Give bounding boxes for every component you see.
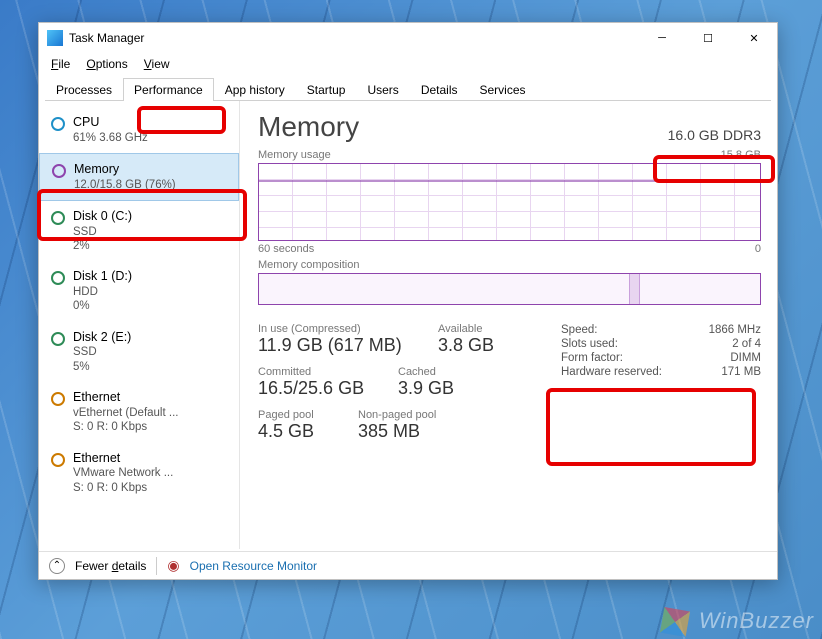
window-title: Task Manager [69,31,639,45]
sidebar-item-disk-1-d-[interactable]: Disk 1 (D:)HDD0% [39,261,239,321]
chevron-up-icon[interactable]: ⌃ [49,558,65,574]
sidebar-item-title: Ethernet [73,390,178,406]
fewer-details-link[interactable]: Fewer details [75,559,146,573]
close-button[interactable]: ✕ [731,23,777,53]
memory-composition-bar[interactable] [258,273,761,305]
cached-label: Cached [398,366,454,378]
detail-row: Hardware reserved: 171 MB [561,365,761,379]
bottom-bar: ⌃ Fewer details ◉ Open Resource Monitor [39,551,777,579]
sidebar-spark-icon [51,271,65,285]
sidebar-item-title: CPU [73,115,148,131]
detail-row: Speed: 1866 MHz [561,323,761,337]
sidebar-item-sub: SSD [73,345,131,359]
tab-details[interactable]: Details [410,78,469,101]
watermark-logo-icon [660,607,690,637]
sidebar-item-cpu[interactable]: CPU61% 3.68 GHz [39,107,239,153]
sidebar-item-title: Disk 2 (E:) [73,330,131,346]
memory-usage-chart[interactable] [258,163,761,241]
detail-key: Hardware reserved: [561,366,662,378]
sidebar-spark-icon [52,164,66,178]
open-resource-monitor-link[interactable]: Open Resource Monitor [190,559,317,573]
sidebar-item-sub: SSD [73,225,132,239]
sidebar-spark-icon [51,453,65,467]
sidebar-item-sub: vEthernet (Default ... [73,406,178,420]
menu-options[interactable]: Options [78,55,135,73]
sidebar-item-sub: 5% [73,360,131,374]
sidebar-item-ethernet[interactable]: EthernetvEthernet (Default ...S: 0 R: 0 … [39,382,239,442]
sidebar-item-sub: S: 0 R: 0 Kbps [73,481,173,495]
tab-app-history[interactable]: App history [214,78,296,101]
available-value: 3.8 GB [438,335,494,356]
available-label: Available [438,323,494,335]
memory-spec: 16.0 GB DDR3 [668,127,761,143]
tab-performance[interactable]: Performance [123,78,214,101]
sidebar-spark-icon [51,392,65,406]
cached-value: 3.9 GB [398,378,454,399]
tab-startup[interactable]: Startup [296,78,357,101]
sidebar-item-title: Ethernet [73,451,173,467]
menu-file[interactable]: File [43,55,78,73]
sidebar-spark-icon [51,117,65,131]
in-use-label: In use (Compressed) [258,323,418,335]
sidebar-item-sub: 12.0/15.8 GB (76%) [74,178,176,192]
sidebar-item-memory[interactable]: Memory12.0/15.8 GB (76%) [39,153,239,201]
titlebar[interactable]: Task Manager ─ ☐ ✕ [39,23,777,53]
detail-key: Speed: [561,324,597,336]
in-use-value: 11.9 GB (617 MB) [258,335,418,356]
sidebar-spark-icon [51,211,65,225]
page-title: Memory [258,111,359,143]
resmon-icon: ◉ [167,557,179,574]
chart-x-start: 60 seconds [258,243,314,255]
sidebar-spark-icon [51,332,65,346]
task-manager-window: Task Manager ─ ☐ ✕ File Options View Pro… [38,22,778,580]
sidebar-item-title: Disk 0 (C:) [73,209,132,225]
detail-key: Slots used: [561,338,618,350]
sidebar-item-sub: S: 0 R: 0 Kbps [73,420,178,434]
minimize-button[interactable]: ─ [639,23,685,53]
committed-label: Committed [258,366,378,378]
composition-label: Memory composition [258,259,359,271]
detail-value: 171 MB [721,366,761,378]
maximize-button[interactable]: ☐ [685,23,731,53]
sidebar-item-sub: VMware Network ... [73,466,173,480]
sidebar-item-title: Disk 1 (D:) [73,269,132,285]
detail-row: Slots used: 2 of 4 [561,337,761,351]
sidebar-item-sub: 2% [73,239,132,253]
performance-sidebar[interactable]: CPU61% 3.68 GHzMemory12.0/15.8 GB (76%)D… [39,101,240,549]
usage-chart-max: 15.8 GB [721,149,761,161]
memory-detail-pane: Memory 16.0 GB DDR3 Memory usage 15.8 GB… [240,101,777,549]
paged-label: Paged pool [258,409,338,421]
nonpaged-value: 385 MB [358,421,436,442]
detail-key: Form factor: [561,352,623,364]
sidebar-item-sub: HDD [73,285,132,299]
tab-users[interactable]: Users [356,78,409,101]
app-icon [47,30,63,46]
sidebar-item-sub: 0% [73,299,132,313]
detail-value: 1866 MHz [709,324,761,336]
tab-services[interactable]: Services [469,78,537,101]
chart-x-end: 0 [755,243,761,255]
sidebar-item-title: Memory [74,162,176,178]
sidebar-item-disk-2-e-[interactable]: Disk 2 (E:)SSD5% [39,322,239,382]
detail-value: 2 of 4 [732,338,761,350]
tab-processes[interactable]: Processes [45,78,123,101]
nonpaged-label: Non-paged pool [358,409,436,421]
watermark: WinBuzzer [662,608,814,635]
committed-value: 16.5/25.6 GB [258,378,378,399]
detail-row: Form factor: DIMM [561,351,761,365]
usage-chart-label: Memory usage [258,149,331,161]
tabstrip: Processes Performance App history Startu… [45,77,771,101]
detail-value: DIMM [730,352,761,364]
sidebar-item-sub: 61% 3.68 GHz [73,131,148,145]
memory-details-table: Speed:1866 MHzSlots used:2 of 4Form fact… [561,323,761,452]
menubar: File Options View [39,53,777,73]
sidebar-item-disk-0-c-[interactable]: Disk 0 (C:)SSD2% [39,201,239,261]
paged-value: 4.5 GB [258,421,338,442]
menu-view[interactable]: View [136,55,178,73]
sidebar-item-ethernet[interactable]: EthernetVMware Network ...S: 0 R: 0 Kbps [39,443,239,503]
